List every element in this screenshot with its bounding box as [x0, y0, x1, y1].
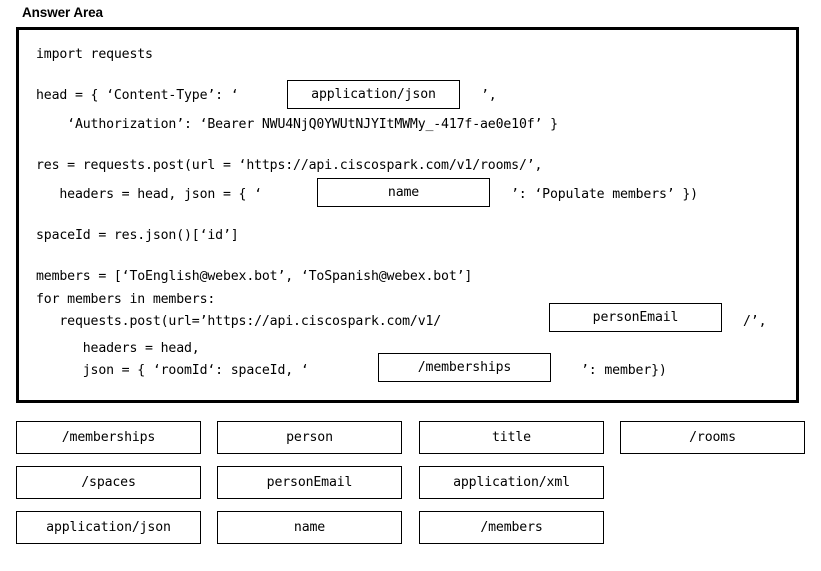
- answer-option[interactable]: name: [217, 511, 402, 544]
- code-line: /’,: [743, 314, 767, 329]
- answer-options-group: /memberships person title/rooms/spaces pers…: [16, 421, 805, 553]
- code-line: requests.post(url=’https://api.ciscospar…: [36, 314, 442, 329]
- answer-option[interactable]: /rooms: [620, 421, 805, 454]
- code-line: headers = head, json = { ‘: [36, 187, 262, 202]
- answer-option[interactable]: personEmail: [217, 466, 402, 499]
- code-line: import requests: [36, 47, 153, 62]
- code-blank-slot[interactable]: application/json: [287, 80, 460, 109]
- code-line: for members in members:: [36, 292, 216, 307]
- answer-option[interactable]: /memberships: [16, 421, 201, 454]
- code-line: spaceId = res.json()[‘id’]: [36, 228, 239, 243]
- code-line: headers = head,: [36, 341, 200, 356]
- code-line: members = [‘ToEnglish@webex.bot’, ‘ToSpa…: [36, 269, 473, 284]
- answer-option[interactable]: title: [419, 421, 604, 454]
- answer-option[interactable]: /members: [419, 511, 604, 544]
- page-title: Answer Area: [22, 5, 103, 20]
- answer-area-panel: import requests head = { ‘Content-Type’: …: [16, 27, 799, 403]
- code-blank-slot[interactable]: name: [317, 178, 490, 207]
- code-line: res = requests.post(url = ‘https://api.c…: [36, 158, 543, 173]
- code-blank-slot[interactable]: /memberships: [378, 353, 551, 382]
- answer-option[interactable]: application/xml: [419, 466, 604, 499]
- answer-option[interactable]: person: [217, 421, 402, 454]
- code-line: json = { ‘roomId‘: spaceId, ‘: [36, 363, 309, 378]
- code-line: ’: member}): [581, 363, 667, 378]
- answer-option[interactable]: application/json: [16, 511, 201, 544]
- code-blank-slot[interactable]: personEmail: [549, 303, 722, 332]
- answer-option[interactable]: /spaces: [16, 466, 201, 499]
- code-line: ‘Authorization’: ‘Bearer NWU4NjQ0YWUtNJY…: [36, 117, 558, 132]
- code-line: ’: ‘Populate members’ }): [511, 187, 698, 202]
- code-line: head = { ‘Content-Type’: ‘: [36, 88, 239, 103]
- code-line: ’,: [481, 88, 497, 103]
